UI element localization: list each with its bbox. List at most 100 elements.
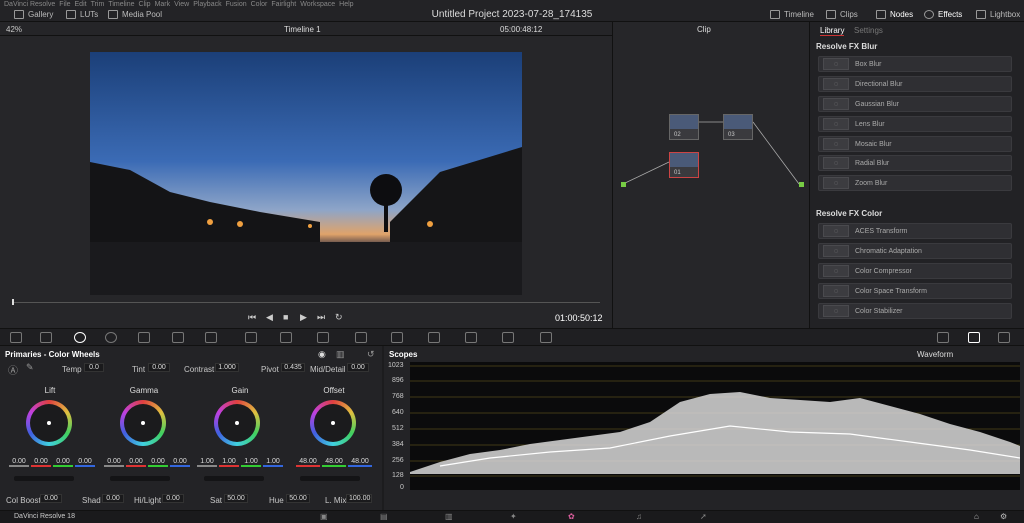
auto-balance-icon[interactable]: Ⓐ xyxy=(8,362,18,377)
fusion-page-icon[interactable]: ✦ xyxy=(510,512,517,521)
stop-icon[interactable]: ■ xyxy=(283,312,288,322)
curves-icon[interactable] xyxy=(205,332,217,343)
tab-library[interactable]: Library xyxy=(820,26,845,36)
fx-item[interactable]: ◌ ACES Transform xyxy=(818,223,1012,239)
media-page-icon[interactable]: ▣ xyxy=(320,512,328,521)
nodes-button[interactable]: Nodes xyxy=(876,10,913,19)
menu-bar[interactable]: DaVinci Resolve File Edit Trim Timeline Clip M… xyxy=(4,1,354,8)
gain-master-slider[interactable] xyxy=(204,476,264,481)
lift-values[interactable]: 0.00 0.00 0.00 0.00 xyxy=(9,458,95,467)
node-editor[interactable]: Clip 02 03 01 xyxy=(612,22,810,328)
reset-icon[interactable]: ↺ xyxy=(367,349,375,360)
fx-item[interactable]: ◌ Lens Blur xyxy=(818,116,1012,132)
timeline-button[interactable]: Timeline xyxy=(770,10,814,19)
scope-mode-dropdown[interactable]: Waveform xyxy=(917,350,953,359)
3d-icon[interactable] xyxy=(540,332,552,343)
colboost-field[interactable]: 0.00 xyxy=(40,494,62,503)
fx-item[interactable]: ◌ Chromatic Adaptation xyxy=(818,243,1012,259)
window-icon[interactable] xyxy=(317,332,329,343)
lift-master-slider[interactable] xyxy=(14,476,74,481)
effects-button[interactable]: Effects xyxy=(924,10,962,19)
home-icon[interactable]: ⌂ xyxy=(974,512,979,521)
middetail-field[interactable]: 0.00 xyxy=(347,363,369,372)
settings-gear-icon[interactable]: ⚙ xyxy=(1000,512,1007,521)
info-icon[interactable] xyxy=(998,332,1010,343)
primaries-panel: Primaries - Color Wheels ◉ ▥ ↺ Ⓐ ✎ Temp … xyxy=(0,346,382,510)
camera-raw-icon[interactable] xyxy=(10,332,22,343)
gain-values[interactable]: 1.00 1.00 1.00 1.00 xyxy=(197,458,283,467)
motion-effects-icon[interactable] xyxy=(138,332,150,343)
skip-start-icon[interactable]: ⏮ xyxy=(248,312,256,323)
lightbox-button[interactable]: Lightbox xyxy=(976,10,1020,19)
rgb-mixer-icon[interactable] xyxy=(105,332,117,343)
fx-item[interactable]: ◌ Color Space Transform xyxy=(818,283,1012,299)
play-icon[interactable]: ▶ xyxy=(300,312,307,323)
primaries-title: Primaries - Color Wheels xyxy=(5,350,100,359)
gamma-master-slider[interactable] xyxy=(110,476,170,481)
video-frame xyxy=(90,52,522,295)
gamma-values[interactable]: 0.00 0.00 0.00 0.00 xyxy=(104,458,190,467)
blur-icon[interactable] xyxy=(428,332,440,343)
node-01[interactable]: 01 xyxy=(669,152,699,178)
skip-end-icon[interactable]: ⏭ xyxy=(317,312,325,323)
scopes-icon[interactable] xyxy=(968,332,980,343)
lmix-field[interactable]: 100.00 xyxy=(346,494,372,503)
pivot-field[interactable]: 0.435 xyxy=(281,363,305,372)
zoom-dropdown[interactable]: 42% xyxy=(6,25,22,34)
fx-item[interactable]: ◌ Directional Blur xyxy=(818,76,1012,92)
fx-icon xyxy=(924,10,934,19)
hilight-field[interactable]: 0.00 xyxy=(162,494,184,503)
sat-field[interactable]: 50.00 xyxy=(224,494,248,503)
gamma-wheel[interactable] xyxy=(120,400,166,446)
tracker-icon[interactable] xyxy=(355,332,367,343)
play-reverse-icon[interactable]: ◀ xyxy=(266,312,273,323)
fx-item[interactable]: ◌ Color Stabilizer xyxy=(818,303,1012,319)
picker-icon[interactable]: ✎ xyxy=(26,362,34,373)
cut-page-icon[interactable]: ▤ xyxy=(380,512,388,521)
playhead[interactable] xyxy=(12,299,14,305)
offset-wheel[interactable] xyxy=(310,400,356,446)
fx-item[interactable]: ◌ Radial Blur xyxy=(818,155,1012,171)
temp-field[interactable]: 0.0 xyxy=(84,363,104,372)
fx-item[interactable]: ◌ Gaussian Blur xyxy=(818,96,1012,112)
scrubber-bar[interactable] xyxy=(12,302,600,303)
keyframes-icon[interactable] xyxy=(937,332,949,343)
wheels-mode-icon[interactable]: ◉ xyxy=(318,349,326,360)
qualifier-icon[interactable] xyxy=(280,332,292,343)
fx-item[interactable]: ◌ Box Blur xyxy=(818,56,1012,72)
sizing-icon[interactable] xyxy=(502,332,514,343)
shad-field[interactable]: 0.00 xyxy=(102,494,124,503)
offset-master-slider[interactable] xyxy=(300,476,360,481)
node-03[interactable]: 03 xyxy=(723,114,753,140)
deliver-page-icon[interactable]: ➚ xyxy=(700,512,707,521)
timeline-selector[interactable]: Timeline 1 xyxy=(284,25,321,34)
fx-item[interactable]: ◌ Color Compressor xyxy=(818,263,1012,279)
output-node-dot[interactable] xyxy=(799,182,804,187)
hdr-icon[interactable] xyxy=(172,332,184,343)
key-icon[interactable] xyxy=(465,332,477,343)
fx-item[interactable]: ◌ Zoom Blur xyxy=(818,175,1012,191)
offset-values[interactable]: 48.00 48.00 48.00 xyxy=(296,458,372,467)
loop-icon[interactable]: ↻ xyxy=(335,312,343,323)
pivot-label: Pivot xyxy=(261,365,279,374)
clips-button[interactable]: Clips xyxy=(826,10,858,19)
waveform-display xyxy=(410,362,1021,490)
contrast-field[interactable]: 1.000 xyxy=(215,363,239,372)
fx-item[interactable]: ◌ Mosaic Blur xyxy=(818,136,1012,152)
color-warper-icon[interactable] xyxy=(245,332,257,343)
tab-settings[interactable]: Settings xyxy=(854,26,883,35)
hue-field[interactable]: 50.00 xyxy=(286,494,310,503)
node-02[interactable]: 02 xyxy=(669,114,699,140)
tint-field[interactable]: 0.00 xyxy=(148,363,170,372)
color-page-icon[interactable]: ✿ xyxy=(568,512,575,521)
edit-page-icon[interactable]: ▥ xyxy=(445,512,453,521)
clips-icon xyxy=(826,10,836,19)
input-node-dot[interactable] xyxy=(621,182,626,187)
magic-mask-icon[interactable] xyxy=(391,332,403,343)
bars-mode-icon[interactable]: ▥ xyxy=(336,349,345,360)
color-match-icon[interactable] xyxy=(40,332,52,343)
fairlight-page-icon[interactable]: ♫ xyxy=(636,512,642,521)
gain-wheel[interactable] xyxy=(214,400,260,446)
color-wheels-icon[interactable] xyxy=(74,332,86,343)
lift-wheel[interactable] xyxy=(26,400,72,446)
